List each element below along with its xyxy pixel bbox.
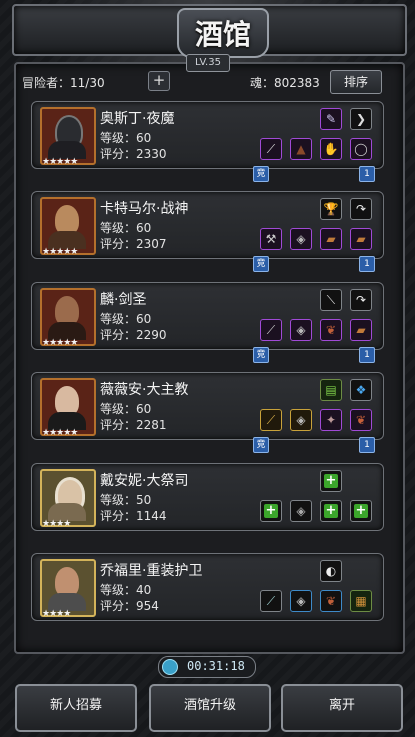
add-equip-button[interactable]: + [320, 500, 342, 522]
slash-skill-icon[interactable]: ⟍ [320, 289, 342, 311]
hero-name: 卡特马尔·战神 [100, 201, 189, 217]
chest-equip-icon[interactable]: ▦ [350, 590, 372, 612]
arena-tag: 竞 [253, 437, 269, 453]
charm-equip-icon[interactable]: ✦ [320, 409, 342, 431]
sword-equip-icon[interactable]: ⟋ [260, 590, 282, 612]
hero-score: 评分：2281 [100, 418, 167, 432]
hero-stars: ★★★★★ [42, 247, 78, 257]
amulet-equip-icon[interactable]: ❦ [350, 409, 372, 431]
gauntlet-equip-icon[interactable]: ✋ [320, 138, 342, 160]
hero-score: 评分：2290 [100, 328, 167, 342]
hero-score: 评分：954 [100, 599, 159, 613]
rank-tag: 1 [359, 347, 375, 363]
axe-equip-icon[interactable]: ⚒ [260, 228, 282, 250]
drop-skill-icon[interactable]: ❖ [350, 379, 372, 401]
hero-level: 等级：60 [100, 312, 152, 326]
adventurer-count: 冒险者：11/30 [22, 76, 105, 90]
hero-name: 麟·剑圣 [100, 292, 147, 308]
hero-card[interactable]: ★★★★ 戴安妮·大祭司 等级：50 评分：1144 + + ◈ + + [31, 463, 384, 531]
add-skill-button[interactable]: + [320, 470, 342, 492]
hero-level: 等级：60 [100, 131, 152, 145]
recruit-button[interactable]: 新人招募 [15, 684, 137, 732]
whirl-skill-icon[interactable]: ↷ [350, 198, 372, 220]
cloak-equip-icon[interactable]: ▲ [290, 138, 312, 160]
clock-icon [162, 659, 178, 675]
hero-name: 乔福里·重装护卫 [100, 563, 203, 579]
armor-equip-icon[interactable]: ◈ [290, 500, 312, 522]
hero-stars: ★★★★ [42, 609, 71, 619]
hero-level: 等级：60 [100, 221, 152, 235]
hero-score: 评分：1144 [100, 509, 167, 523]
hero-card[interactable]: ★★★★ 乔福里·重装护卫 等级：40 评分：954 ◐ ⟋ ◈ ❦ ▦ [31, 553, 384, 621]
shield-skill-icon[interactable]: ◐ [320, 560, 342, 582]
book-skill-icon[interactable]: ▤ [320, 379, 342, 401]
add-equip-button[interactable]: + [260, 500, 282, 522]
rank-tag: 1 [359, 166, 375, 182]
expand-capacity-button[interactable]: + [148, 71, 170, 91]
arena-tag: 竞 [253, 347, 269, 363]
hero-name: 戴安妮·大祭司 [100, 473, 189, 489]
robe-equip-icon[interactable]: ◈ [290, 409, 312, 431]
plus-icon: + [354, 503, 368, 518]
hero-card[interactable]: ★★★★★ 卡特马尔·战神 等级：60 评分：2307 🏆 ↷ ⚒ ◈ ▰ ▰ … [31, 191, 384, 272]
leave-button[interactable]: 离开 [281, 684, 403, 732]
scroll-equip-icon[interactable]: ▰ [350, 228, 372, 250]
dagger-equip-icon[interactable]: ⟋ [260, 138, 282, 160]
armor-equip-icon[interactable]: ◈ [290, 590, 312, 612]
hero-card[interactable]: ★★★★★ 奥斯丁·夜魔 等级：60 评分：2330 ✎ ❯ ⟋ ▲ ✋ ◯ 竞… [31, 101, 384, 182]
sort-button[interactable]: 排序 [330, 70, 382, 94]
sword-equip-icon[interactable]: ⟋ [260, 319, 282, 341]
hero-level: 等级：50 [100, 493, 152, 507]
title-frame: 酒馆 [12, 4, 407, 58]
arena-tag: 竞 [253, 256, 269, 272]
feather-skill-icon[interactable]: ✎ [320, 108, 342, 130]
armor-equip-icon[interactable]: ◈ [290, 228, 312, 250]
hero-name: 奥斯丁·夜魔 [100, 111, 175, 127]
ring-equip-icon[interactable]: ◯ [350, 138, 372, 160]
trophy-skill-icon[interactable]: 🏆 [320, 198, 342, 220]
upgrade-tavern-button[interactable]: 酒馆升级 [149, 684, 271, 732]
claw-skill-icon[interactable]: ❯ [350, 108, 372, 130]
armor-equip-icon[interactable]: ◈ [290, 319, 312, 341]
refresh-timer: 00:31:18 [158, 656, 256, 678]
plus-icon: + [264, 503, 278, 518]
rank-tag: 1 [359, 437, 375, 453]
hero-score: 评分：2330 [100, 147, 167, 161]
plus-icon: + [324, 473, 338, 488]
page-title: 酒馆 [177, 8, 269, 58]
scroll-equip-icon[interactable]: ▰ [320, 228, 342, 250]
whirl-skill-icon[interactable]: ↷ [350, 289, 372, 311]
rank-tag: 1 [359, 256, 375, 272]
soul-currency: 魂：802383 [250, 76, 320, 90]
hero-level: 等级：40 [100, 583, 152, 597]
staff-equip-icon[interactable]: ⟋ [260, 409, 282, 431]
wing-equip-icon[interactable]: ❦ [320, 319, 342, 341]
hero-name: 薇薇安·大主教 [100, 382, 189, 398]
tavern-top-bar: 冒险者：11/30 + 魂：802383 排序 [22, 70, 392, 94]
scroll-equip-icon[interactable]: ▰ [350, 319, 372, 341]
hero-card[interactable]: ★★★★★ 薇薇安·大主教 等级：60 评分：2281 ▤ ❖ ⟋ ◈ ✦ ❦ … [31, 372, 384, 453]
hero-card[interactable]: ★★★★★ 麟·剑圣 等级：60 评分：2290 ⟍ ↷ ⟋ ◈ ❦ ▰ 竞 1 [31, 282, 384, 363]
plus-icon: + [324, 503, 338, 518]
wing-equip-icon[interactable]: ❦ [320, 590, 342, 612]
add-equip-button[interactable]: + [350, 500, 372, 522]
arena-tag: 竞 [253, 166, 269, 182]
timer-value: 00:31:18 [187, 659, 245, 673]
hero-stars: ★★★★ [42, 519, 71, 529]
hero-stars: ★★★★★ [42, 157, 78, 167]
hero-level: 等级：60 [100, 402, 152, 416]
hero-stars: ★★★★★ [42, 428, 78, 438]
hero-score: 评分：2307 [100, 237, 167, 251]
hero-stars: ★★★★★ [42, 338, 78, 348]
